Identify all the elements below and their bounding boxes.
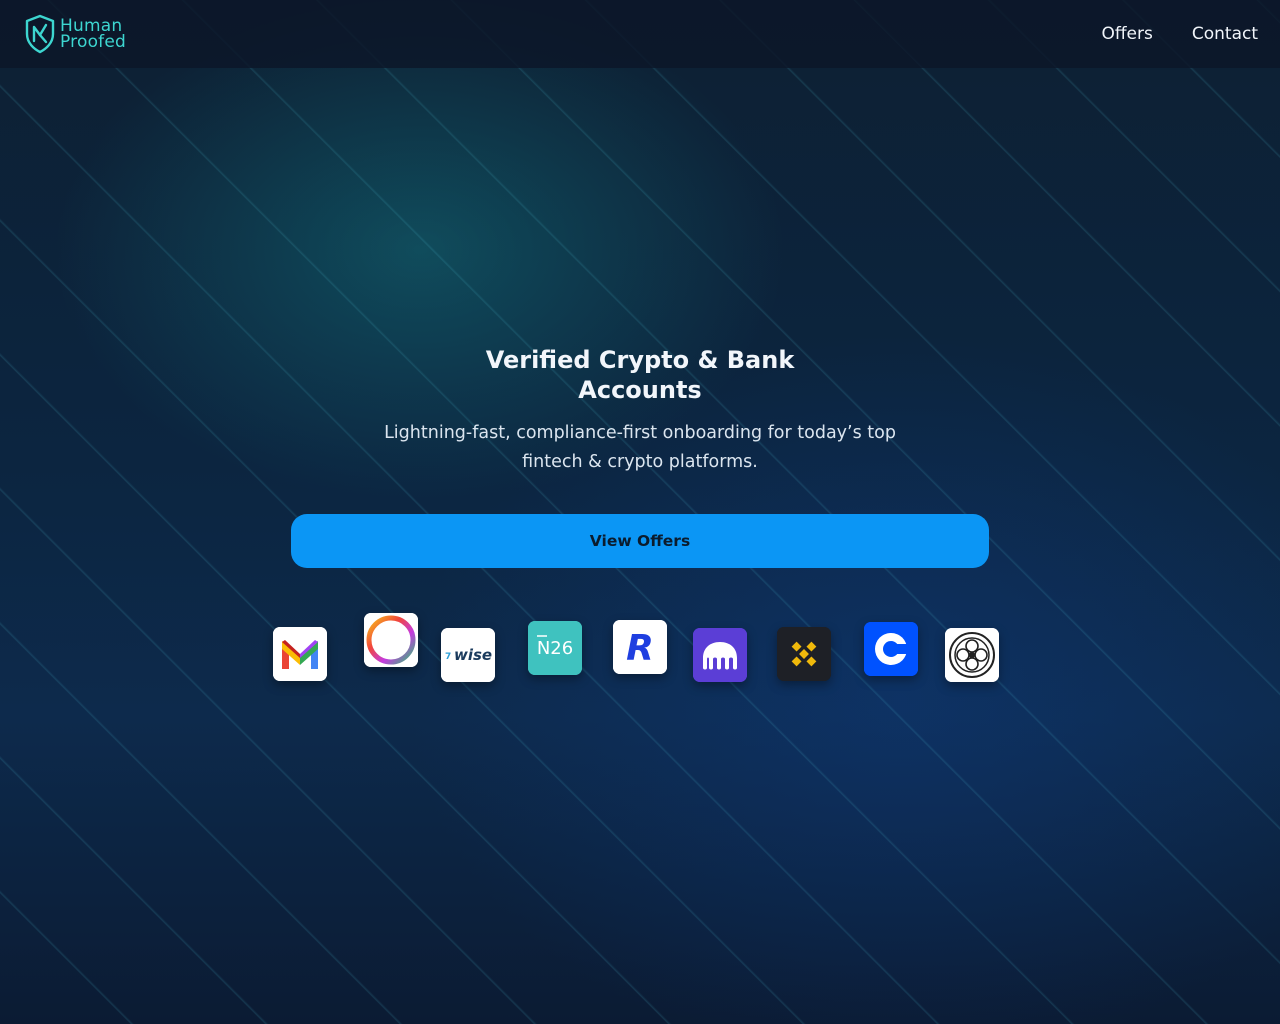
partner-revolut: R [613, 620, 667, 674]
ring-logo-icon [364, 613, 418, 667]
partner-kraken [693, 628, 747, 682]
brand-name-line2: Proofed [60, 32, 127, 52]
wise-icon: 7 wise [441, 628, 495, 682]
main-nav: Offers Contact [1101, 22, 1258, 46]
wise-wordmark: wise [454, 646, 492, 664]
binance-icon [777, 627, 831, 681]
nav-offers-link[interactable]: Offers [1101, 22, 1152, 46]
coinbase-icon [864, 622, 918, 676]
n26-icon: N26 [528, 621, 582, 675]
partner-gmail [273, 627, 327, 681]
hero-section: Verified Crypto & Bank Accounts Lightnin… [0, 345, 1280, 477]
brand-name: Human Proofed [60, 18, 127, 52]
partner-n26: N26 [528, 621, 582, 675]
partner-wise: 7 wise [441, 628, 495, 682]
revolut-icon: R [613, 620, 667, 674]
shield-logo-icon [24, 14, 56, 54]
nav-contact-link[interactable]: Contact [1192, 22, 1258, 46]
svg-text:7: 7 [445, 652, 451, 662]
partner-coinbase [864, 622, 918, 676]
view-offers-button[interactable]: View Offers [291, 514, 989, 568]
n26-wordmark: N26 [537, 638, 573, 659]
top-header: Human Proofed Offers Contact [0, 0, 1280, 68]
partner-ornament [945, 628, 999, 682]
gmail-icon [273, 627, 327, 681]
kraken-icon [693, 628, 747, 682]
ornament-logo-icon [945, 628, 999, 682]
hero-subtitle: Lightning-fast, compliance-first onboard… [384, 423, 896, 472]
background-stripes [0, 0, 1280, 1024]
partner-binance [777, 627, 831, 681]
hero-title: Verified Crypto & Bank Accounts [485, 346, 795, 404]
brand-logo-link[interactable]: Human Proofed [24, 14, 126, 54]
revolut-wordmark: R [626, 628, 654, 669]
partner-ring [364, 613, 418, 667]
